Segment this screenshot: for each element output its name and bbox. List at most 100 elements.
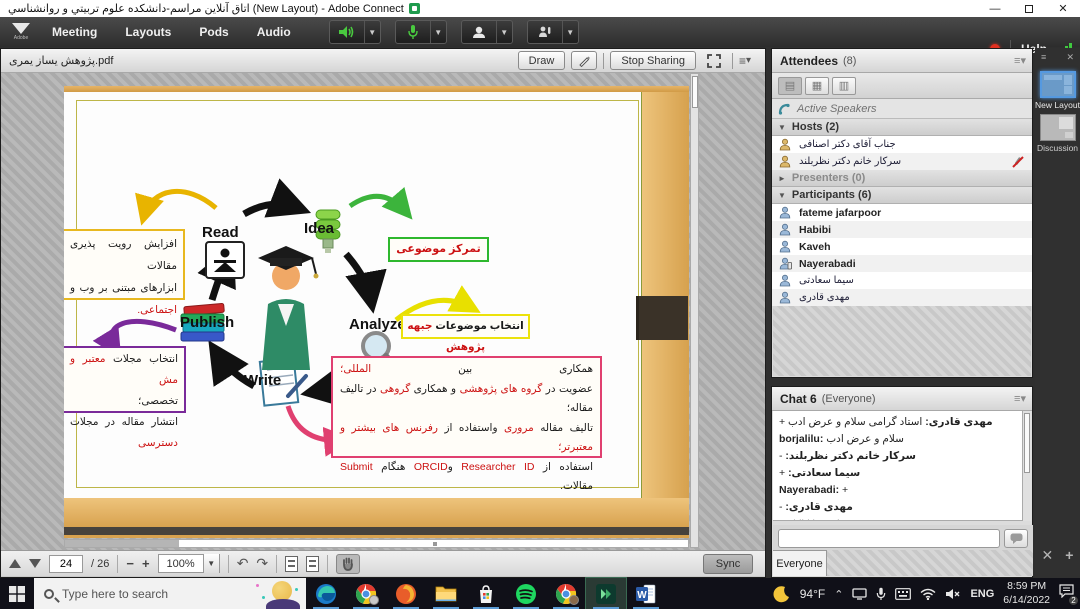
- microsoft-word-icon[interactable]: W: [626, 578, 666, 609]
- input-indicator-icon[interactable]: [895, 588, 911, 600]
- layout-thumbnail-new-layout[interactable]: [1040, 71, 1076, 98]
- raise-hand-control[interactable]: ▼: [527, 20, 579, 44]
- notification-center-icon[interactable]: 2: [1059, 584, 1074, 603]
- menu-audio[interactable]: Audio: [243, 17, 305, 47]
- next-page-button[interactable]: [29, 559, 41, 568]
- sync-button[interactable]: Sync: [703, 554, 753, 574]
- fit-width-button[interactable]: [306, 556, 319, 572]
- spotify-icon[interactable]: [506, 578, 546, 609]
- webcam-control[interactable]: ▼: [461, 20, 513, 44]
- chat-message-input[interactable]: [778, 529, 1000, 548]
- microphone-icon[interactable]: [396, 21, 430, 43]
- start-button[interactable]: [0, 578, 34, 609]
- zoom-out-button[interactable]: −: [126, 556, 134, 571]
- chat-pod-menu-icon[interactable]: ≡▾: [1014, 392, 1026, 405]
- hand-tool-button[interactable]: [336, 554, 360, 574]
- vertical-scrollbar[interactable]: [690, 73, 699, 548]
- attendees-pod-menu-icon[interactable]: ≡▾: [1014, 54, 1026, 67]
- zoom-dropdown-icon[interactable]: ▼: [203, 554, 219, 573]
- volume-muted-icon[interactable]: [945, 588, 961, 600]
- webcam-dropdown[interactable]: ▼: [496, 21, 512, 43]
- attendee-row[interactable]: Kaveh: [772, 238, 1032, 255]
- speaker-icon[interactable]: [330, 21, 364, 43]
- layout-thumbnail-discussion[interactable]: [1040, 114, 1076, 141]
- google-chrome-2-icon[interactable]: [546, 578, 586, 609]
- presenters-group-header[interactable]: ► Presenters (0): [772, 170, 1032, 187]
- minimize-button[interactable]: —: [978, 0, 1012, 17]
- chat-pod-header: Chat 6 (Everyone) ≡▾: [772, 387, 1032, 411]
- horizontal-scrollbar[interactable]: [64, 539, 689, 548]
- meet-now-icon[interactable]: [852, 588, 867, 600]
- webcam-icon[interactable]: [462, 21, 496, 43]
- attendee-row[interactable]: مهدی قادری: [772, 289, 1032, 306]
- attendee-row[interactable]: سیما سعادتی: [772, 272, 1032, 289]
- chat-scrollbar[interactable]: [1022, 411, 1031, 521]
- weather-moon-icon[interactable]: [773, 585, 791, 603]
- microsoft-store-icon[interactable]: [466, 578, 506, 609]
- attendees-empty-area: [773, 306, 1031, 376]
- file-explorer-icon[interactable]: [426, 578, 466, 609]
- hidden-icons-chevron[interactable]: ⌃: [834, 588, 843, 601]
- attendee-row[interactable]: Nayerabadi: [772, 255, 1032, 272]
- attendee-name: مهدی قادری: [799, 292, 850, 303]
- chat-tab-everyone[interactable]: Everyone: [773, 550, 827, 576]
- speaker-control[interactable]: ▼: [329, 20, 381, 44]
- send-message-button[interactable]: [1004, 529, 1028, 548]
- pointer-tool-button[interactable]: [571, 51, 597, 70]
- maximize-button[interactable]: [1012, 0, 1046, 17]
- previous-page-button[interactable]: [9, 559, 21, 568]
- attendee-row[interactable]: سرکار خانم دکتر نظربلند: [772, 153, 1032, 170]
- speaker-dropdown[interactable]: ▼: [364, 21, 380, 43]
- firefox-icon[interactable]: [386, 578, 426, 609]
- pod-close-icon[interactable]: ✕: [1042, 547, 1054, 564]
- microphone-tray-icon[interactable]: [876, 587, 886, 601]
- zoom-level-select[interactable]: 100% ▼: [158, 554, 220, 573]
- layout-label-new-layout: New Layout: [1035, 100, 1080, 110]
- breakout-view-icon[interactable]: ▦: [805, 77, 829, 95]
- vertical-scrollbar-thumb[interactable]: [692, 76, 698, 108]
- adobe-connect-taskbar-icon[interactable]: [586, 578, 626, 609]
- attendee-row[interactable]: Habibi: [772, 221, 1032, 238]
- attendee-row[interactable]: fateme jafarpoor: [772, 204, 1032, 221]
- language-indicator[interactable]: ENG: [970, 588, 994, 600]
- fit-page-button[interactable]: [285, 556, 298, 572]
- attendee-list-view-icon[interactable]: ▤: [778, 77, 802, 95]
- layouts-menu-icon[interactable]: ≡: [1041, 52, 1046, 63]
- microphone-control[interactable]: ▼: [395, 20, 447, 44]
- chat-message: Nayerabadi: +: [779, 484, 1019, 496]
- chat-scrollbar-thumb[interactable]: [1024, 413, 1030, 473]
- redo-button[interactable]: ↷: [256, 555, 268, 572]
- hosts-group-header[interactable]: ▼ Hosts (2): [772, 119, 1032, 136]
- menu-layouts[interactable]: Layouts: [111, 17, 185, 47]
- close-button[interactable]: ✕: [1046, 0, 1080, 17]
- microsoft-edge-icon[interactable]: [306, 578, 346, 609]
- arrow-read-callout: [144, 191, 216, 216]
- window-title: اتاق آنلاین مراسم-دانشکده علوم تربیتي و …: [8, 2, 404, 15]
- google-chrome-icon[interactable]: [346, 578, 386, 609]
- taskbar-search-input[interactable]: Type here to search: [34, 578, 306, 609]
- adobe-logo-icon[interactable]: Adobe: [4, 19, 38, 45]
- page-number-input[interactable]: [49, 555, 83, 573]
- menu-meeting[interactable]: Meeting: [38, 17, 111, 47]
- document-viewport[interactable]: Read Idea Analyze Write Publish افزایش ر…: [1, 73, 765, 551]
- wifi-icon[interactable]: [920, 588, 936, 600]
- participants-group-header[interactable]: ▼ Participants (6): [772, 187, 1032, 204]
- stop-sharing-button[interactable]: Stop Sharing: [610, 51, 696, 70]
- microphone-dropdown[interactable]: ▼: [430, 21, 446, 43]
- share-pod-menu-icon[interactable]: ≡▾: [739, 54, 751, 68]
- zoom-in-button[interactable]: +: [142, 556, 150, 571]
- horizontal-scrollbar-thumb[interactable]: [65, 540, 179, 547]
- draw-button[interactable]: Draw: [518, 51, 566, 70]
- undo-button[interactable]: ↶: [237, 555, 249, 572]
- status-view-icon[interactable]: ▥: [832, 77, 856, 95]
- layouts-close-icon[interactable]: ✕: [1066, 52, 1074, 63]
- clock[interactable]: 8:59 PM 6/14/2022: [1003, 580, 1050, 606]
- pod-add-icon[interactable]: +: [1065, 547, 1073, 564]
- fullscreen-button[interactable]: [702, 51, 726, 70]
- attendee-row[interactable]: جناب آقای دکتر اصنافی: [772, 136, 1032, 153]
- weather-temperature[interactable]: 94°F: [800, 587, 825, 601]
- raise-hand-dropdown[interactable]: ▼: [562, 21, 578, 43]
- callout-research-front: انتخاب موضوعات جبهه پژوهش: [401, 314, 530, 339]
- menu-pods[interactable]: Pods: [185, 17, 242, 47]
- raise-hand-icon[interactable]: [528, 21, 562, 43]
